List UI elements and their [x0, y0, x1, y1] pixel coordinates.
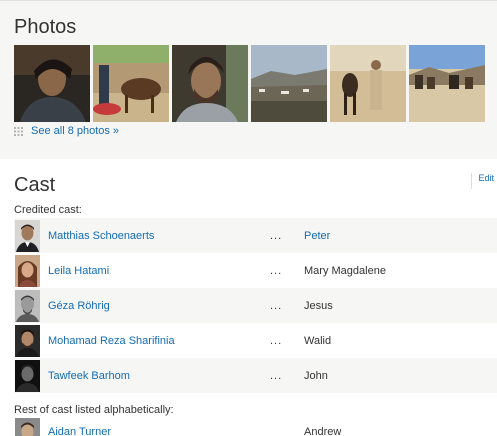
character-name-link[interactable]: Peter — [304, 230, 330, 242]
photos-section: Photos — [0, 0, 497, 160]
separator-dots: ... — [270, 335, 282, 347]
photo-thumbnail-4[interactable] — [251, 45, 327, 122]
photo-thumbnail-6[interactable] — [409, 45, 485, 122]
see-all-photos-link[interactable]: See all 8 photos — [31, 125, 110, 137]
photo-thumbnail-5[interactable] — [330, 45, 406, 122]
credited-cast-label: Credited cast: — [14, 204, 82, 216]
actor-headshot[interactable] — [15, 325, 40, 357]
cast-row: Aidan Turner Andrew — [14, 418, 497, 436]
actor-headshot[interactable] — [15, 418, 40, 436]
cast-row: Tawfeek Barhom ... John — [14, 358, 497, 393]
cast-row: Mohamad Reza Sharifinia ... Walid — [14, 323, 497, 358]
cast-row: Matthias Schoenaerts ... Peter — [14, 218, 497, 253]
actor-name-link[interactable]: Leila Hatami — [48, 265, 109, 277]
actor-headshot[interactable] — [15, 290, 40, 322]
character-name: Mary Magdalene — [304, 265, 386, 277]
actor-name-link[interactable]: Mohamad Reza Sharifinia — [48, 335, 175, 347]
see-all-photos: See all 8 photos » — [14, 125, 119, 137]
character-name: Andrew — [304, 426, 341, 436]
photo-thumbnail-1[interactable] — [14, 45, 90, 122]
cast-row: Leila Hatami ... Mary Magdalene — [14, 253, 497, 288]
photo-thumbnail-3[interactable] — [172, 45, 248, 122]
character-name: Walid — [304, 335, 331, 347]
actor-name-link[interactable]: Aidan Turner — [48, 426, 111, 436]
edit-cast-link[interactable]: Edit — [471, 173, 494, 189]
photos-heading: Photos — [14, 16, 76, 39]
separator-dots: ... — [270, 300, 282, 312]
cast-heading: Cast — [14, 174, 55, 197]
actor-headshot[interactable] — [15, 220, 40, 252]
separator-dots: ... — [270, 370, 282, 382]
actor-name-link[interactable]: Géza Röhrig — [48, 300, 110, 312]
actor-headshot[interactable] — [15, 360, 40, 392]
grid-icon — [14, 127, 23, 136]
character-name: Jesus — [304, 300, 333, 312]
separator-dots: ... — [270, 230, 282, 242]
actor-headshot[interactable] — [15, 255, 40, 287]
actor-name-link[interactable]: Matthias Schoenaerts — [48, 230, 154, 242]
actor-name-link[interactable]: Tawfeek Barhom — [48, 370, 130, 382]
cast-section: Cast Edit Credited cast: Matthias Schoen… — [0, 159, 497, 432]
cast-row: Géza Röhrig ... Jesus — [14, 288, 497, 323]
double-chevron-right-icon: » — [113, 125, 119, 137]
separator-dots: ... — [270, 265, 282, 277]
rest-of-cast-label: Rest of cast listed alphabetically: — [14, 404, 174, 416]
character-name: John — [304, 370, 328, 382]
photo-thumbnail-2[interactable] — [93, 45, 169, 122]
